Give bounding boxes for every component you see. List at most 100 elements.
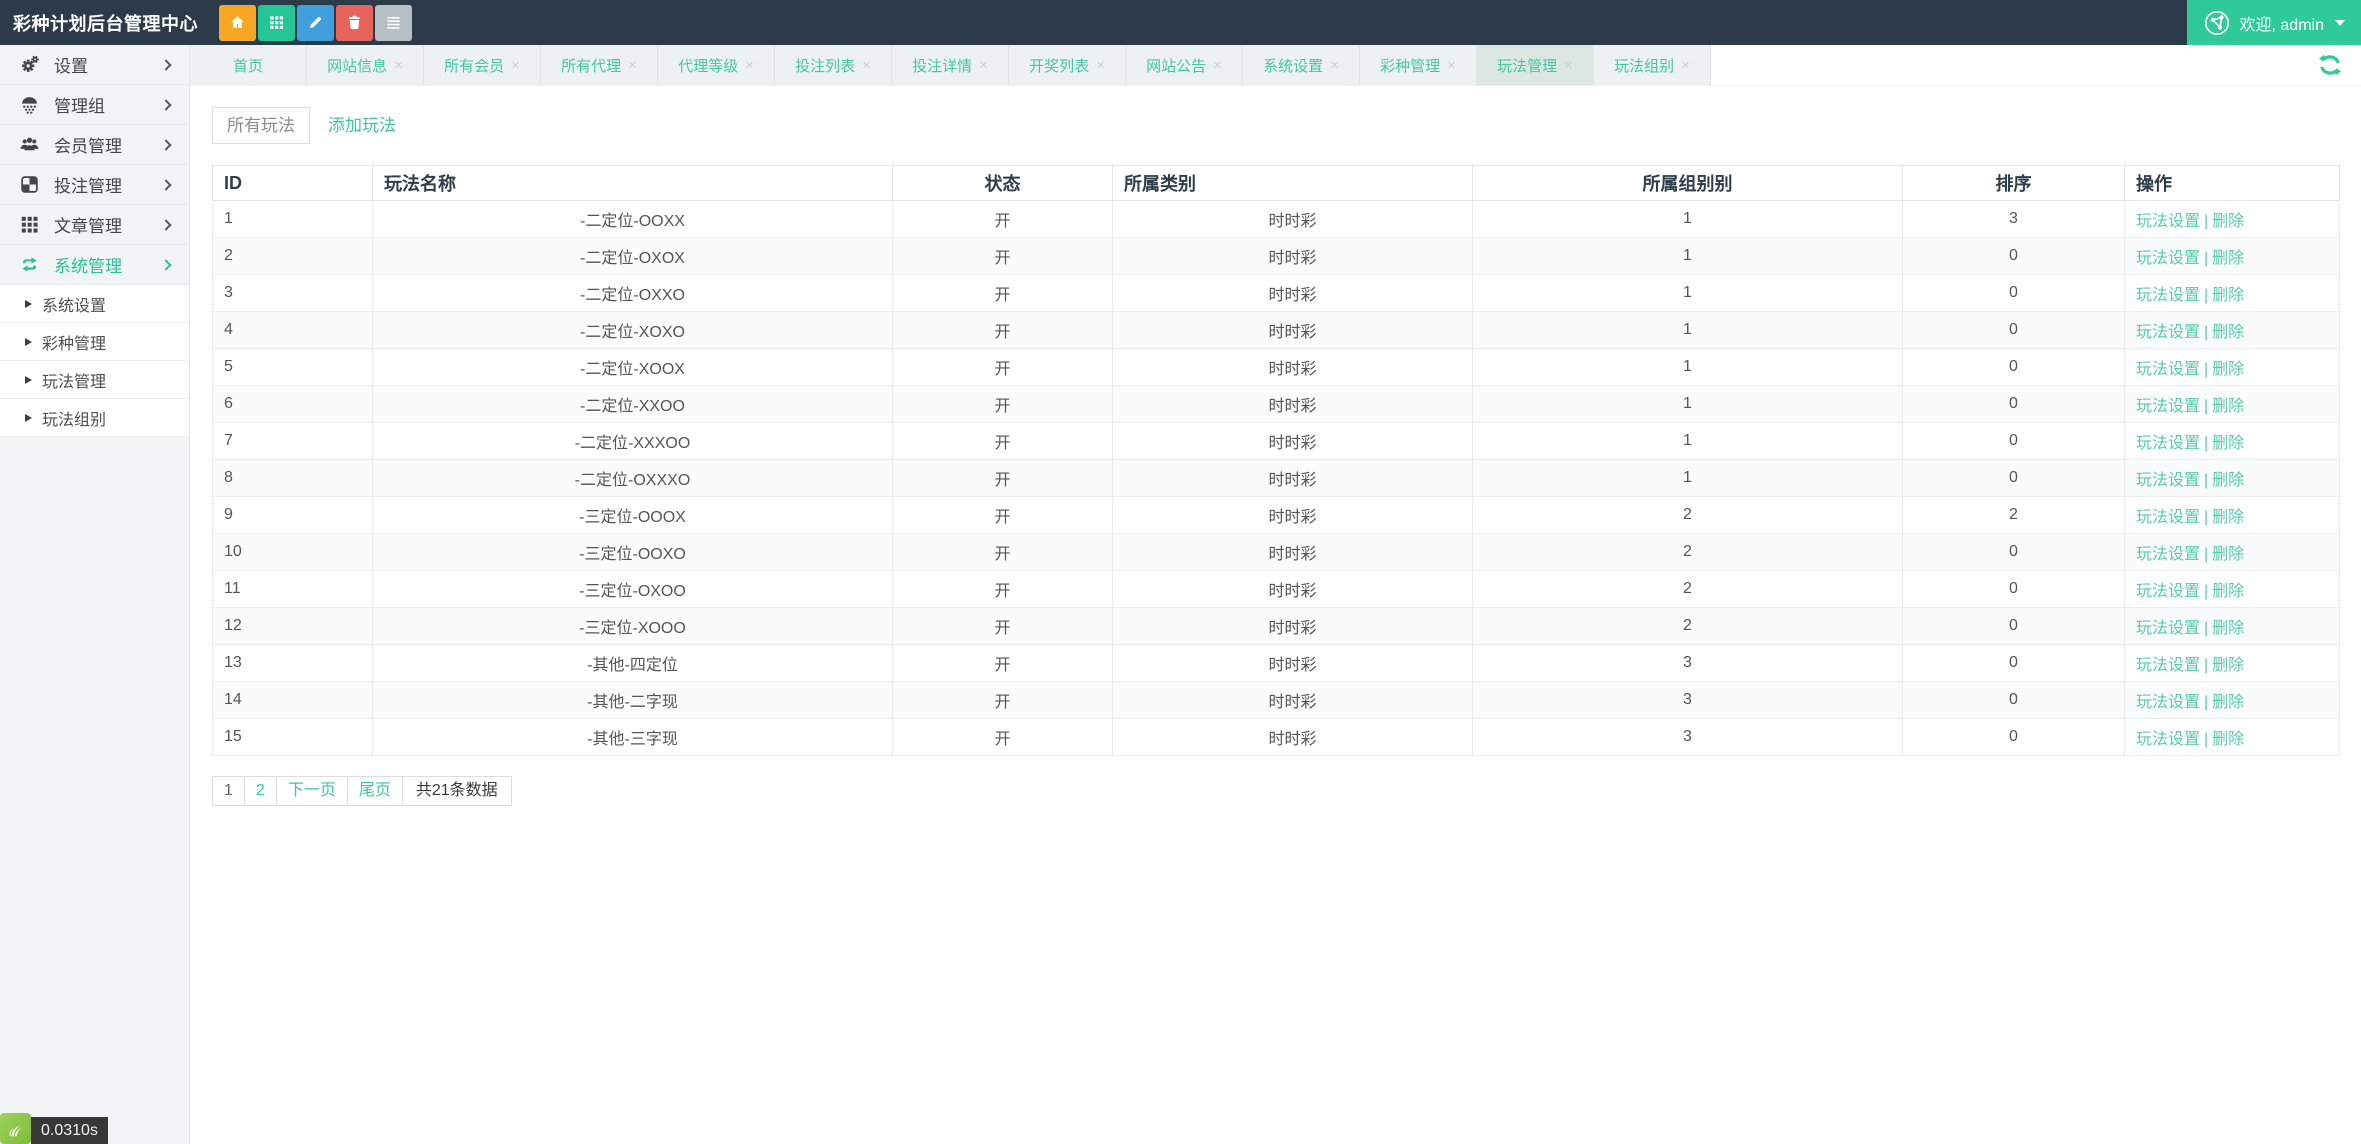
nav-tab-5[interactable]: 代理等级× <box>658 45 775 85</box>
sidebar-item-2[interactable]: 管理组 <box>0 85 189 125</box>
nav-tab-11[interactable]: 彩种管理× <box>1360 45 1477 85</box>
play-settings-link[interactable]: 玩法设置 <box>2136 546 2200 563</box>
play-settings-link[interactable]: 玩法设置 <box>2136 509 2200 526</box>
play-settings-link[interactable]: 玩法设置 <box>2136 657 2200 674</box>
play-settings-link[interactable]: 玩法设置 <box>2136 694 2200 711</box>
nav-tab-6[interactable]: 投注列表× <box>775 45 892 85</box>
delete-link[interactable]: 删除 <box>2212 472 2244 489</box>
delete-link[interactable]: 删除 <box>2212 435 2244 452</box>
cell-category: 时时彩 <box>1113 534 1473 571</box>
table-row: 5-二定位-XOOX开时时彩10玩法设置|删除 <box>213 349 2340 386</box>
cell-actions: 玩法设置|删除 <box>2125 312 2340 349</box>
delete-link[interactable]: 删除 <box>2212 324 2244 341</box>
sidebar-item-label: 投注管理 <box>54 172 162 197</box>
close-icon[interactable]: × <box>394 58 403 73</box>
nav-tab-label: 投注详情 <box>912 55 972 76</box>
submenu-item-3[interactable]: 玩法管理 <box>0 361 189 399</box>
admin-menu[interactable]: 欢迎, admin <box>2187 0 2361 45</box>
sidebar-item-4[interactable]: 投注管理 <box>0 165 189 205</box>
submenu-item-4[interactable]: 玩法组别 <box>0 399 189 437</box>
list-button[interactable] <box>375 5 412 41</box>
page-1[interactable]: 1 <box>212 776 245 806</box>
play-settings-link[interactable]: 玩法设置 <box>2136 620 2200 637</box>
delete-link[interactable]: 删除 <box>2212 509 2244 526</box>
action-separator: | <box>2204 250 2208 267</box>
close-icon[interactable]: × <box>979 58 988 73</box>
delete-link[interactable]: 删除 <box>2212 731 2244 748</box>
delete-link[interactable]: 删除 <box>2212 213 2244 230</box>
sidebar-item-6[interactable]: 系统管理 <box>0 245 189 285</box>
cell-id: 11 <box>213 571 373 608</box>
load-time-widget: 0.0310s <box>0 1113 108 1144</box>
nav-tab-1[interactable]: 首页 <box>190 45 307 85</box>
close-icon[interactable]: × <box>1447 58 1456 73</box>
play-settings-link[interactable]: 玩法设置 <box>2136 324 2200 341</box>
delete-link[interactable]: 删除 <box>2212 620 2244 637</box>
close-icon[interactable]: × <box>628 58 637 73</box>
submenu-item-label: 玩法管理 <box>42 368 106 392</box>
play-settings-link[interactable]: 玩法设置 <box>2136 287 2200 304</box>
grid-button[interactable] <box>258 5 295 41</box>
sidebar-item-3[interactable]: 会员管理 <box>0 125 189 165</box>
delete-link[interactable]: 删除 <box>2212 398 2244 415</box>
welcome-text: 欢迎, admin <box>2240 11 2324 35</box>
cell-id: 5 <box>213 349 373 386</box>
cell-sort: 0 <box>1903 719 2125 756</box>
submenu-item-label: 玩法组别 <box>42 406 106 430</box>
page-2[interactable]: 2 <box>244 776 277 806</box>
last-page-button[interactable]: 尾页 <box>347 776 403 806</box>
tab-all-plays[interactable]: 所有玩法 <box>212 107 310 144</box>
cell-group: 1 <box>1473 312 1903 349</box>
nav-tab-13[interactable]: 玩法组别× <box>1594 45 1711 85</box>
delete-link[interactable]: 删除 <box>2212 250 2244 267</box>
close-icon[interactable]: × <box>1213 58 1222 73</box>
close-icon[interactable]: × <box>1096 58 1105 73</box>
delete-link[interactable]: 删除 <box>2212 361 2244 378</box>
play-settings-link[interactable]: 玩法设置 <box>2136 583 2200 600</box>
cell-name: -其他-二字现 <box>373 682 893 719</box>
close-icon[interactable]: × <box>1330 58 1339 73</box>
pencil-button[interactable] <box>297 5 334 41</box>
cell-actions: 玩法设置|删除 <box>2125 497 2340 534</box>
delete-link[interactable]: 删除 <box>2212 546 2244 563</box>
nav-tab-9[interactable]: 网站公告× <box>1126 45 1243 85</box>
close-icon[interactable]: × <box>1564 58 1573 73</box>
action-separator: | <box>2204 694 2208 711</box>
delete-link[interactable]: 删除 <box>2212 287 2244 304</box>
submenu-item-2[interactable]: 彩种管理 <box>0 323 189 361</box>
sidebar-item-1[interactable]: 设置 <box>0 45 189 85</box>
cell-category: 时时彩 <box>1113 238 1473 275</box>
delete-link[interactable]: 删除 <box>2212 583 2244 600</box>
delete-link[interactable]: 删除 <box>2212 694 2244 711</box>
refresh-button[interactable] <box>2317 52 2343 78</box>
trash-button[interactable] <box>336 5 373 41</box>
close-icon[interactable]: × <box>862 58 871 73</box>
next-page-button[interactable]: 下一页 <box>276 776 348 806</box>
nav-tab-12[interactable]: 玩法管理× <box>1477 45 1594 85</box>
close-icon[interactable]: × <box>1681 58 1690 73</box>
close-icon[interactable]: × <box>745 58 754 73</box>
nav-tab-2[interactable]: 网站信息× <box>307 45 424 85</box>
play-settings-link[interactable]: 玩法设置 <box>2136 472 2200 489</box>
nav-tab-10[interactable]: 系统设置× <box>1243 45 1360 85</box>
play-settings-link[interactable]: 玩法设置 <box>2136 213 2200 230</box>
table-row: 13-其他-四定位开时时彩30玩法设置|删除 <box>213 645 2340 682</box>
cell-name: -二定位-OXOX <box>373 238 893 275</box>
action-separator: | <box>2204 472 2208 489</box>
table-row: 4-二定位-XOXO开时时彩10玩法设置|删除 <box>213 312 2340 349</box>
close-icon[interactable]: × <box>511 58 520 73</box>
home-button[interactable] <box>219 5 256 41</box>
nav-tab-7[interactable]: 投注详情 × <box>892 45 1009 85</box>
nav-tab-4[interactable]: 所有代理× <box>541 45 658 85</box>
play-settings-link[interactable]: 玩法设置 <box>2136 435 2200 452</box>
nav-tab-8[interactable]: 开奖列表× <box>1009 45 1126 85</box>
delete-link[interactable]: 删除 <box>2212 657 2244 674</box>
nav-tab-3[interactable]: 所有会员× <box>424 45 541 85</box>
play-settings-link[interactable]: 玩法设置 <box>2136 731 2200 748</box>
submenu-item-1[interactable]: 系统设置 <box>0 285 189 323</box>
tab-add-play[interactable]: 添加玩法 <box>310 107 414 144</box>
play-settings-link[interactable]: 玩法设置 <box>2136 250 2200 267</box>
play-settings-link[interactable]: 玩法设置 <box>2136 361 2200 378</box>
sidebar-item-5[interactable]: 文章管理 <box>0 205 189 245</box>
play-settings-link[interactable]: 玩法设置 <box>2136 398 2200 415</box>
